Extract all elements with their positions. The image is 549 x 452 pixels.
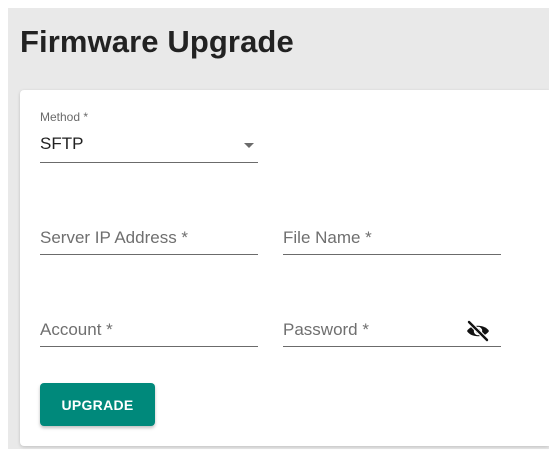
chevron-down-icon[interactable] (244, 143, 254, 148)
method-label: Method * (40, 110, 89, 124)
firmware-upgrade-card: Method * SFTP Server IP Address * File N… (20, 90, 549, 446)
account-field[interactable]: Account * (40, 318, 258, 347)
file-name-placeholder: File Name * (283, 228, 372, 247)
password-field[interactable]: Password * (283, 318, 501, 347)
file-name-field[interactable]: File Name * (283, 226, 501, 255)
method-select[interactable]: Method * SFTP (40, 108, 258, 163)
account-placeholder: Account * (40, 320, 113, 339)
method-value: SFTP (40, 134, 84, 153)
password-placeholder: Password * (283, 320, 369, 339)
page-title: Firmware Upgrade (20, 24, 294, 59)
page-container: Firmware Upgrade Method * SFTP Server IP… (8, 8, 549, 449)
eye-off-icon[interactable] (465, 320, 491, 342)
server-ip-field[interactable]: Server IP Address * (40, 226, 258, 255)
upgrade-button[interactable]: UPGRADE (40, 383, 155, 426)
server-ip-placeholder: Server IP Address * (40, 228, 189, 247)
